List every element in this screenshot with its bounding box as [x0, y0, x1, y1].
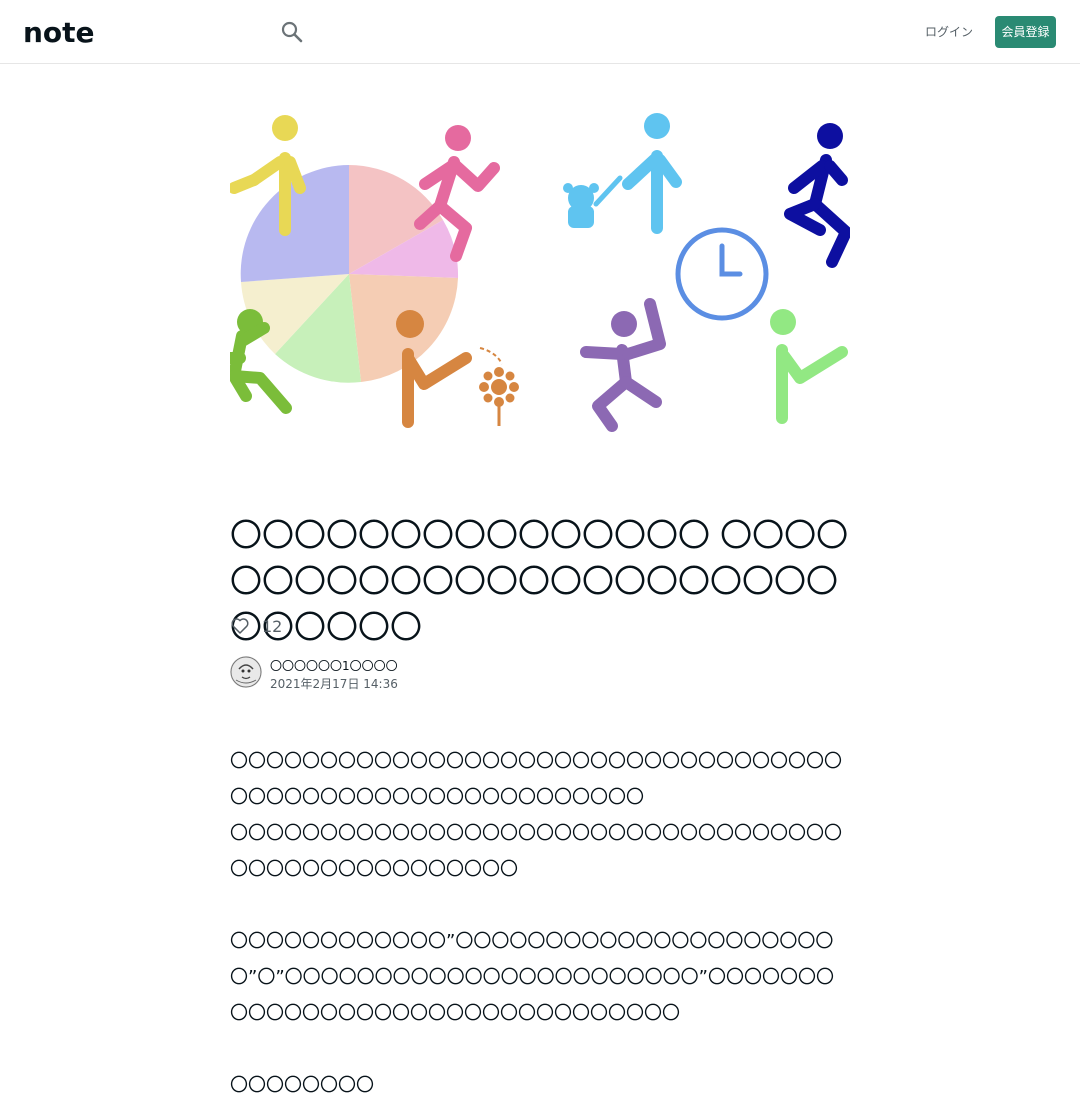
like-area: 12	[230, 614, 282, 638]
login-link[interactable]: ログイン	[920, 20, 978, 44]
search-icon[interactable]	[279, 19, 305, 45]
svg-text:note: note	[23, 20, 95, 44]
pie-chart-illustration	[240, 165, 459, 383]
body-paragraph: 〇〇〇〇〇〇〇〇〇〇〇〇〇〇〇〇〇〇〇〇〇〇〇〇〇〇〇〇〇〇〇〇〇〇〇〇〇〇〇〇…	[230, 751, 842, 808]
like-count: 12	[262, 616, 283, 636]
site-header: note ログイン 会員登録	[0, 0, 1080, 64]
note-logo[interactable]: note	[23, 20, 123, 44]
body-paragraph: 〇〇〇〇〇〇〇〇〇〇〇〇”〇〇〇〇〇〇〇〇〇〇〇〇〇〇〇〇〇〇〇〇〇〇”〇”〇〇…	[230, 931, 834, 1024]
body-paragraph: 〇〇〇〇〇〇〇〇〇〇〇〇〇〇〇〇〇〇〇〇〇〇〇〇〇〇〇〇〇〇〇〇〇〇〇〇〇〇〇〇…	[230, 823, 842, 880]
avatar[interactable]	[230, 656, 262, 688]
header-image	[230, 96, 850, 452]
post-date: 2021年2月17日 14:36	[270, 677, 398, 691]
author-name[interactable]: 〇〇〇〇〇〇1〇〇〇〇	[270, 657, 398, 674]
body-paragraph: 〇〇〇〇〇〇〇〇	[230, 1075, 374, 1096]
heart-icon[interactable]	[230, 616, 250, 636]
article-title: 〇〇〇〇〇〇〇〇〇〇〇〇〇〇〇 〇〇〇〇〇〇〇〇〇〇〇〇〇〇〇〇〇〇〇〇〇〇〇〇…	[230, 516, 849, 646]
article-body: 〇〇〇〇〇〇〇〇〇〇〇〇〇〇〇〇〇〇〇〇〇〇〇〇〇〇〇〇〇〇〇〇〇〇〇〇〇〇〇〇…	[230, 744, 850, 1104]
signup-button[interactable]: 会員登録	[995, 16, 1056, 48]
